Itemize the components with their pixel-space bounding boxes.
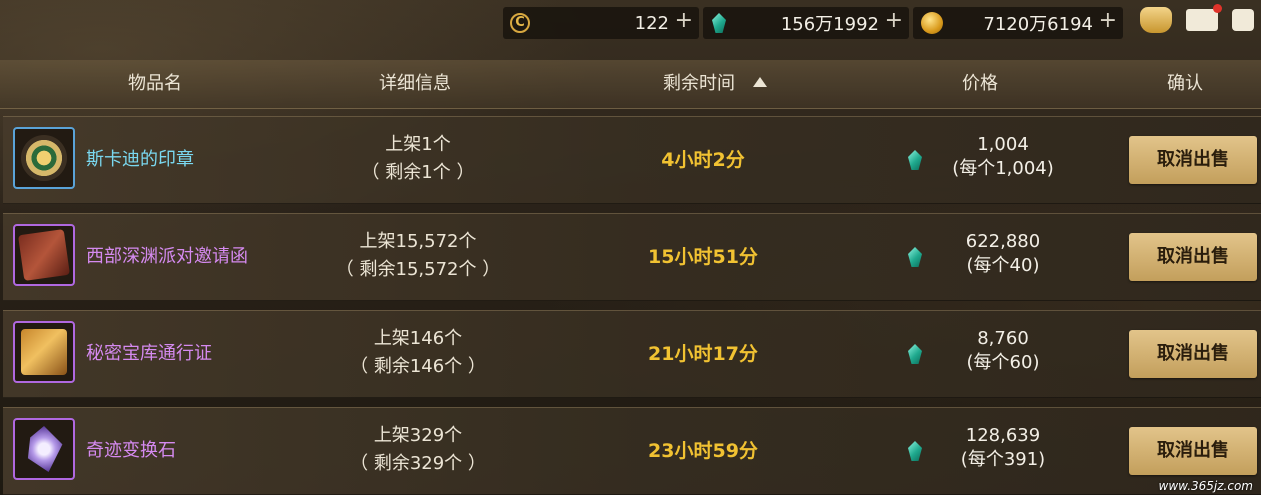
price-unit: (每个1,004)	[952, 158, 1054, 179]
item-icon-skadi-seal[interactable]	[13, 127, 75, 189]
vault-pass-icon	[21, 329, 67, 375]
gold-coin-icon	[921, 12, 943, 34]
item-icon-vault-pass[interactable]	[13, 321, 75, 383]
header-time-label: 剩余时间	[663, 73, 735, 94]
cera-points-display: C 122 +	[503, 7, 699, 39]
time-left: 4小时2分	[661, 149, 745, 171]
gem-icon	[712, 13, 726, 33]
item-detail: 上架146个 （ 剩余146个 ）	[293, 325, 543, 381]
cancel-sale-button[interactable]: 取消出售	[1129, 233, 1257, 281]
item-detail: 上架329个 （ 剩余329个 ）	[293, 422, 543, 478]
price-total: 1,004	[977, 134, 1029, 155]
remaining-count: （ 剩余15,572个 ）	[335, 259, 501, 280]
table-row: 西部深渊派对邀请函 上架15,572个 （ 剩余15,572个 ） 15小时51…	[3, 213, 1261, 301]
price: 622,880 (每个40)	[923, 230, 1083, 278]
add-gold-button[interactable]: +	[1099, 8, 1117, 33]
invitation-card-icon	[18, 229, 70, 281]
price: 128,639 (每个391)	[923, 424, 1083, 472]
header-item-name: 物品名	[128, 73, 182, 94]
cancel-sale-button[interactable]: 取消出售	[1129, 330, 1257, 378]
price-total: 128,639	[965, 425, 1041, 446]
time-left: 21小时17分	[648, 343, 758, 365]
item-name: 奇迹变换石	[86, 440, 176, 461]
remaining-count: （ 剩余329个 ）	[350, 453, 486, 474]
remaining-count: （ 剩余146个 ）	[350, 356, 486, 377]
currency-bar: C 122 + 156万1992 + 7120万6194 +	[503, 7, 1123, 39]
remaining-count: （ 剩余1个 ）	[361, 162, 475, 183]
watermark: www.365jz.com	[1158, 479, 1253, 493]
crystal-icon	[27, 426, 63, 472]
cancel-sale-button[interactable]: 取消出售	[1129, 136, 1257, 184]
add-gem-button[interactable]: +	[885, 8, 903, 33]
listed-count: 上架329个	[373, 425, 463, 446]
price-unit: (每个40)	[966, 255, 1040, 276]
gem-icon	[908, 247, 922, 267]
bag-icon[interactable]	[1140, 7, 1172, 33]
header-details: 详细信息	[379, 73, 451, 94]
cancel-sale-button[interactable]: 取消出售	[1129, 427, 1257, 475]
listed-count: 上架146个	[373, 328, 463, 349]
gem-icon	[908, 344, 922, 364]
item-icon-party-invitation[interactable]	[13, 224, 75, 286]
item-name: 西部深渊派对邀请函	[86, 246, 248, 267]
header-time-left[interactable]: 剩余时间	[610, 60, 820, 108]
price: 8,760 (每个60)	[923, 327, 1083, 375]
item-detail: 上架15,572个 （ 剩余15,572个 ）	[293, 228, 543, 284]
price: 1,004 (每个1,004)	[923, 133, 1083, 181]
table-row: 奇迹变换石 上架329个 （ 剩余329个 ） 23小时59分 128,639 …	[3, 407, 1261, 495]
price-unit: (每个60)	[966, 352, 1040, 373]
time-left: 15小时51分	[648, 246, 758, 268]
time-left: 23小时59分	[648, 440, 758, 462]
add-cera-button[interactable]: +	[675, 8, 693, 33]
item-icon-miracle-stone[interactable]	[13, 418, 75, 480]
item-detail: 上架1个 （ 剩余1个 ）	[293, 131, 543, 187]
gem-icon	[908, 441, 922, 461]
header-price: 价格	[962, 73, 998, 94]
gold-value: 7120万6194	[983, 14, 1093, 35]
cera-points-value: 122	[634, 12, 669, 34]
table-row: 斯卡迪的印章 上架1个 （ 剩余1个 ） 4小时2分 1,004 (每个1,00…	[3, 116, 1261, 204]
listed-count: 上架15,572个	[359, 231, 477, 252]
cera-coin-icon: C	[510, 13, 530, 33]
chat-icon[interactable]	[1232, 9, 1254, 31]
item-name: 斯卡迪的印章	[86, 149, 194, 170]
listed-count: 上架1个	[385, 134, 451, 155]
header-confirm: 确认	[1167, 73, 1203, 94]
table-header: 物品名 详细信息 剩余时间 价格 确认	[0, 60, 1261, 109]
top-right-icons	[1140, 4, 1254, 33]
gold-display: 7120万6194 +	[913, 7, 1123, 39]
price-unit: (每个391)	[960, 449, 1046, 470]
price-total: 622,880	[965, 231, 1041, 252]
price-total: 8,760	[977, 328, 1029, 349]
gem-value: 156万1992	[780, 14, 879, 35]
gem-display: 156万1992 +	[703, 7, 909, 39]
item-name: 秘密宝库通行证	[86, 343, 212, 364]
sort-ascending-icon	[753, 77, 767, 87]
gem-icon	[908, 150, 922, 170]
mail-icon[interactable]	[1186, 4, 1222, 31]
seal-icon	[21, 135, 67, 181]
table-row: 秘密宝库通行证 上架146个 （ 剩余146个 ） 21小时17分 8,760 …	[3, 310, 1261, 398]
